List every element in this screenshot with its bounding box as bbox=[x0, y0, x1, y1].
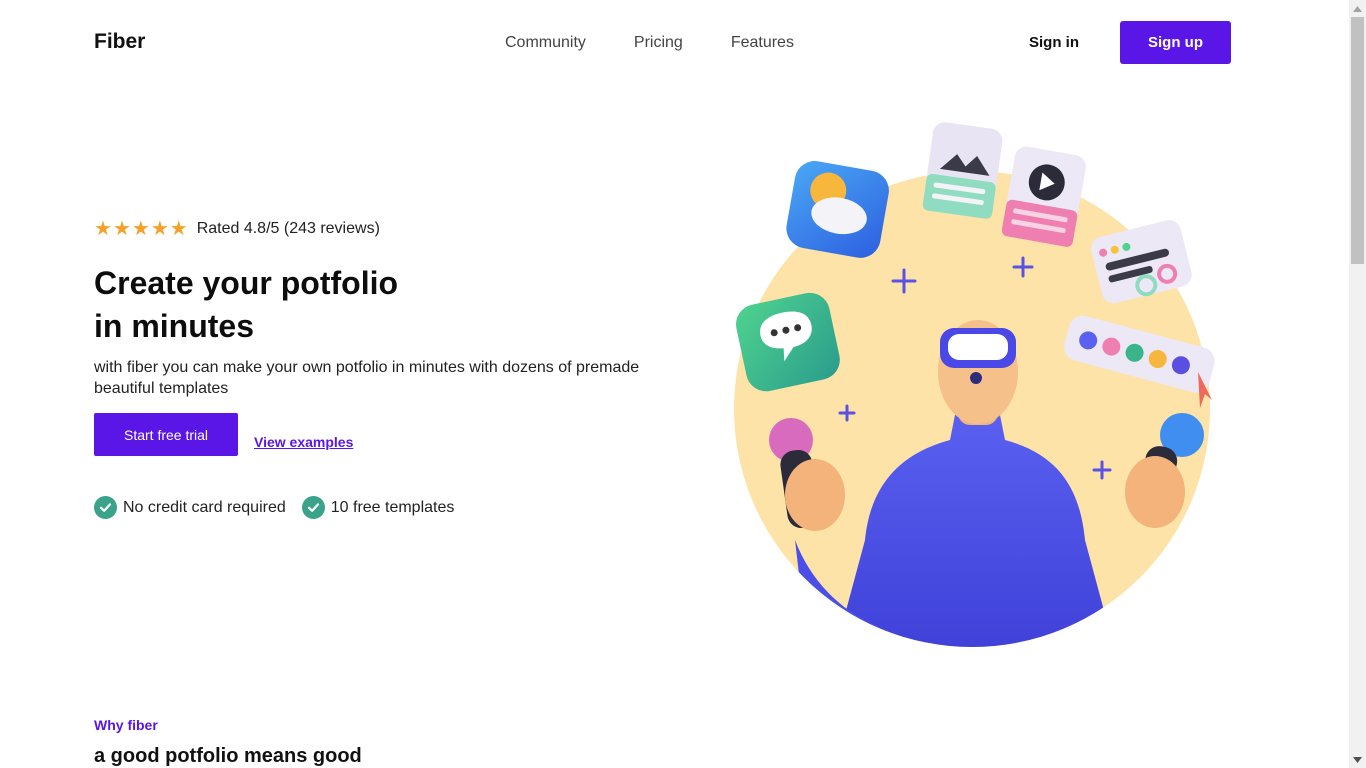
vertical-scrollbar[interactable] bbox=[1349, 0, 1366, 768]
image-card-icon bbox=[922, 122, 1003, 219]
feature-checks: No credit card required 10 free template… bbox=[94, 496, 454, 519]
rating-text: Rated 4.8/5 (243 reviews) bbox=[196, 220, 380, 237]
check-icon bbox=[301, 496, 325, 519]
star-icon: ★ bbox=[112, 218, 131, 240]
star-icon: ★ bbox=[169, 218, 188, 240]
weather-app-icon bbox=[786, 161, 889, 258]
nav-link-community[interactable]: Community bbox=[505, 34, 586, 52]
headline-line-1: Create your potfolio bbox=[94, 265, 399, 301]
scroll-down-arrow-icon[interactable] bbox=[1349, 751, 1366, 768]
star-icon: ★ bbox=[94, 218, 112, 240]
scroll-thumb[interactable] bbox=[1351, 17, 1364, 264]
main-nav: Community Pricing Features bbox=[505, 34, 794, 52]
sign-in-link[interactable]: Sign in bbox=[1029, 34, 1079, 51]
scroll-up-arrow-icon[interactable] bbox=[1349, 0, 1366, 17]
start-free-trial-button[interactable]: Start free trial bbox=[94, 413, 238, 456]
check-item: 10 free templates bbox=[301, 496, 455, 519]
star-icon: ★ bbox=[150, 218, 169, 240]
landing-page: Fiber Community Pricing Features Sign in… bbox=[0, 0, 1349, 768]
view-examples-link[interactable]: View examples bbox=[254, 434, 353, 450]
star-icon: ★ bbox=[131, 218, 150, 240]
check-label: No credit card required bbox=[123, 498, 286, 516]
check-label: 10 free templates bbox=[330, 498, 455, 516]
nav-link-pricing[interactable]: Pricing bbox=[634, 34, 683, 52]
why-fiber-eyebrow: Why fiber bbox=[94, 717, 158, 733]
check-item: No credit card required bbox=[94, 496, 286, 519]
why-fiber-title: a good potfolio means good bbox=[94, 745, 362, 767]
sign-up-button[interactable]: Sign up bbox=[1120, 21, 1231, 64]
star-rating: ★ ★ ★ ★ ★ bbox=[94, 219, 188, 239]
rating: ★ ★ ★ ★ ★ Rated 4.8/5 (243 reviews) bbox=[94, 219, 380, 239]
nav-link-features[interactable]: Features bbox=[731, 34, 794, 52]
hero-illustration bbox=[734, 122, 1215, 647]
headline-line-2: in minutes bbox=[94, 308, 255, 344]
check-icon bbox=[94, 496, 117, 519]
brand-logo[interactable]: Fiber bbox=[94, 30, 145, 54]
hero-headline: Create your potfolio in minutes bbox=[94, 262, 514, 348]
hero-subtext: with fiber you can make your own potfoli… bbox=[94, 359, 640, 397]
